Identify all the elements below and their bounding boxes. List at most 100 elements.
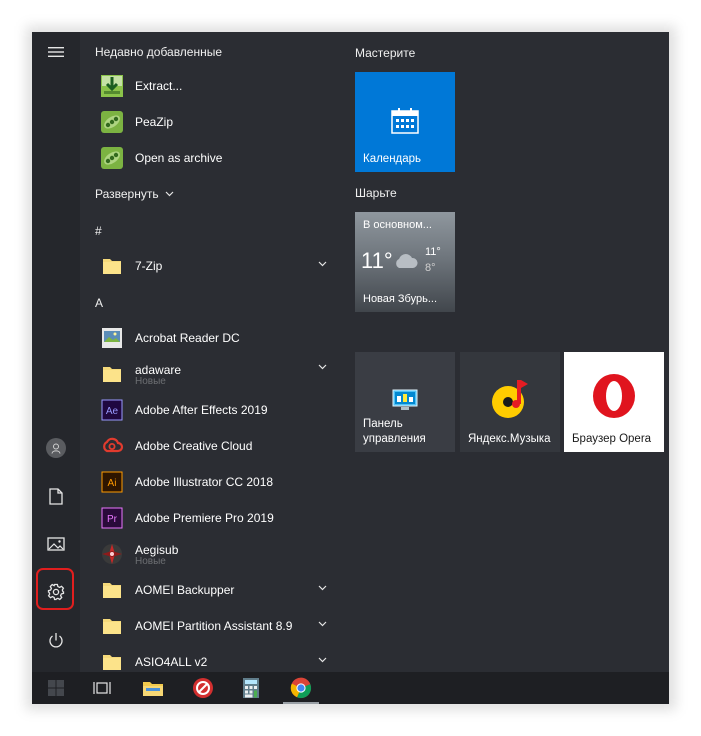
app-name: Acrobat Reader DC — [135, 331, 240, 345]
folder-icon — [103, 655, 121, 670]
app-name: Adobe Premiere Pro 2019 — [135, 511, 274, 525]
cloud-icon — [396, 254, 418, 268]
start-button[interactable] — [34, 672, 78, 704]
app-red-icon — [193, 678, 213, 698]
new-badge: Новые — [135, 556, 166, 567]
chrome-active-indicator — [283, 702, 319, 704]
aegisub-icon — [102, 544, 122, 564]
svg-text:Ai: Ai — [108, 478, 117, 489]
recently-added-title: Недавно добавленные — [95, 45, 223, 59]
list-item-illustrator[interactable]: Ai Adobe Illustrator CC 2018 — [80, 464, 338, 500]
calendar-tile[interactable]: Календарь — [355, 72, 455, 172]
chevron-down-icon — [318, 657, 327, 663]
weather-tile[interactable]: В основном... 11° 11° 8° Новая Збурь... — [355, 212, 455, 312]
app-name: Aegisub — [135, 543, 179, 557]
settings-highlight-box — [36, 568, 74, 610]
expand-button[interactable]: Развернуть — [95, 187, 174, 201]
app-name: adaware — [135, 363, 182, 377]
svg-text:Pr: Pr — [107, 514, 118, 525]
chevron-down-icon — [318, 364, 327, 370]
user-account-button[interactable] — [32, 428, 80, 468]
weather-low: 8° — [425, 262, 436, 274]
power-icon — [49, 632, 63, 647]
list-item-7zip[interactable]: 7-Zip — [80, 248, 338, 284]
yandex-music-tile[interactable]: Яндекс.Музыка — [460, 352, 560, 452]
creative-cloud-icon — [103, 437, 124, 453]
app-name: Open as archive — [135, 151, 223, 165]
tile-group-title[interactable]: Мастерите — [355, 46, 415, 60]
acrobat-icon — [102, 328, 122, 348]
app-name: Adobe Creative Cloud — [135, 439, 253, 453]
app-name: ASIO4ALL v2 — [135, 655, 208, 669]
app-name: Adobe After Effects 2019 — [135, 403, 268, 417]
start-icon — [48, 680, 64, 696]
opera-tile[interactable]: Браузер Opera — [564, 352, 664, 452]
group-header-a[interactable]: A — [95, 296, 103, 310]
list-item-after-effects[interactable]: Ae Adobe After Effects 2019 — [80, 392, 338, 428]
pictures-button[interactable] — [32, 524, 80, 564]
weather-high: 11° — [425, 246, 441, 258]
list-item-extract[interactable]: Extract... — [80, 68, 338, 104]
list-item-open-as-archive[interactable]: Open as archive — [80, 140, 338, 176]
app-name: Adobe Illustrator CC 2018 — [135, 475, 274, 489]
peazip-icon — [101, 147, 123, 169]
premiere-icon: Pr — [101, 507, 123, 529]
calculator-button[interactable] — [229, 672, 273, 704]
chevron-down-icon — [318, 585, 327, 591]
folder-icon — [103, 259, 121, 274]
new-badge: Новые — [135, 376, 166, 387]
tile-group-title[interactable]: Шарьте — [355, 186, 397, 200]
taskbar-app-button[interactable] — [181, 672, 225, 704]
app-name: AOMEI Backupper — [135, 583, 235, 597]
chrome-button[interactable] — [279, 672, 323, 704]
folder-icon — [103, 583, 121, 598]
group-header-hash[interactable]: # — [95, 224, 102, 238]
weather-condition: В основном... — [363, 219, 432, 231]
chevron-down-icon — [318, 621, 327, 627]
control-panel-icon — [392, 389, 418, 410]
folder-icon — [103, 619, 121, 634]
list-item-peazip[interactable]: PeaZip — [80, 104, 338, 140]
list-item-adaware[interactable]: adaware Новые — [80, 356, 338, 392]
tile-label: Браузер Opera — [572, 433, 652, 445]
app-name: Extract... — [135, 79, 183, 93]
list-item-aomei-partition[interactable]: AOMEI Partition Assistant 8.9 — [80, 608, 338, 644]
yandex-music-icon — [492, 380, 528, 418]
extract-icon — [101, 75, 123, 97]
list-item-aomei-backupper[interactable]: AOMEI Backupper — [80, 572, 338, 608]
document-icon — [49, 487, 63, 505]
app-name: PeaZip — [135, 115, 174, 129]
list-item-aegisub[interactable]: Aegisub Новые — [80, 536, 338, 572]
hamburger-icon — [48, 47, 64, 57]
list-item-acrobat[interactable]: Acrobat Reader DC — [80, 320, 338, 356]
tile-label: Календарь — [363, 153, 422, 165]
weather-location: Новая Збурь... — [363, 293, 438, 305]
calculator-icon — [243, 678, 259, 698]
expand-label: Развернуть — [95, 187, 159, 201]
start-menu: Недавно добавленные Extract... PeaZip Op… — [32, 32, 669, 704]
list-item-premiere[interactable]: Pr Adobe Premiere Pro 2019 — [80, 500, 338, 536]
chevron-down-icon — [318, 261, 327, 267]
app-name: 7-Zip — [135, 259, 163, 273]
file-explorer-icon — [143, 682, 163, 696]
after-effects-icon: Ae — [101, 399, 123, 421]
user-icon — [46, 438, 66, 458]
illustrator-icon: Ai — [101, 471, 123, 493]
control-panel-tile[interactable]: Панель управления — [355, 352, 455, 452]
list-item-asio4all[interactable]: ASIO4ALL v2 — [80, 644, 338, 672]
calendar-icon — [391, 108, 419, 134]
app-list: Недавно добавленные Extract... PeaZip Op… — [80, 32, 338, 672]
power-button[interactable] — [32, 620, 80, 660]
app-name: AOMEI Partition Assistant 8.9 — [135, 619, 293, 633]
chevron-down-icon — [165, 191, 174, 197]
list-item-creative-cloud[interactable]: Adobe Creative Cloud — [80, 428, 338, 464]
documents-button[interactable] — [32, 476, 80, 516]
taskbar — [32, 672, 669, 704]
hamburger-menu-button[interactable] — [32, 32, 80, 72]
task-view-icon — [93, 682, 111, 694]
tile-label: Яндекс.Музыка — [468, 433, 551, 445]
file-explorer-button[interactable] — [131, 672, 175, 704]
tiles-area: Мастерите Календарь Шарьте В основном...… — [338, 32, 669, 672]
tile-label: Панель управления — [363, 418, 426, 445]
task-view-button[interactable] — [80, 672, 124, 704]
